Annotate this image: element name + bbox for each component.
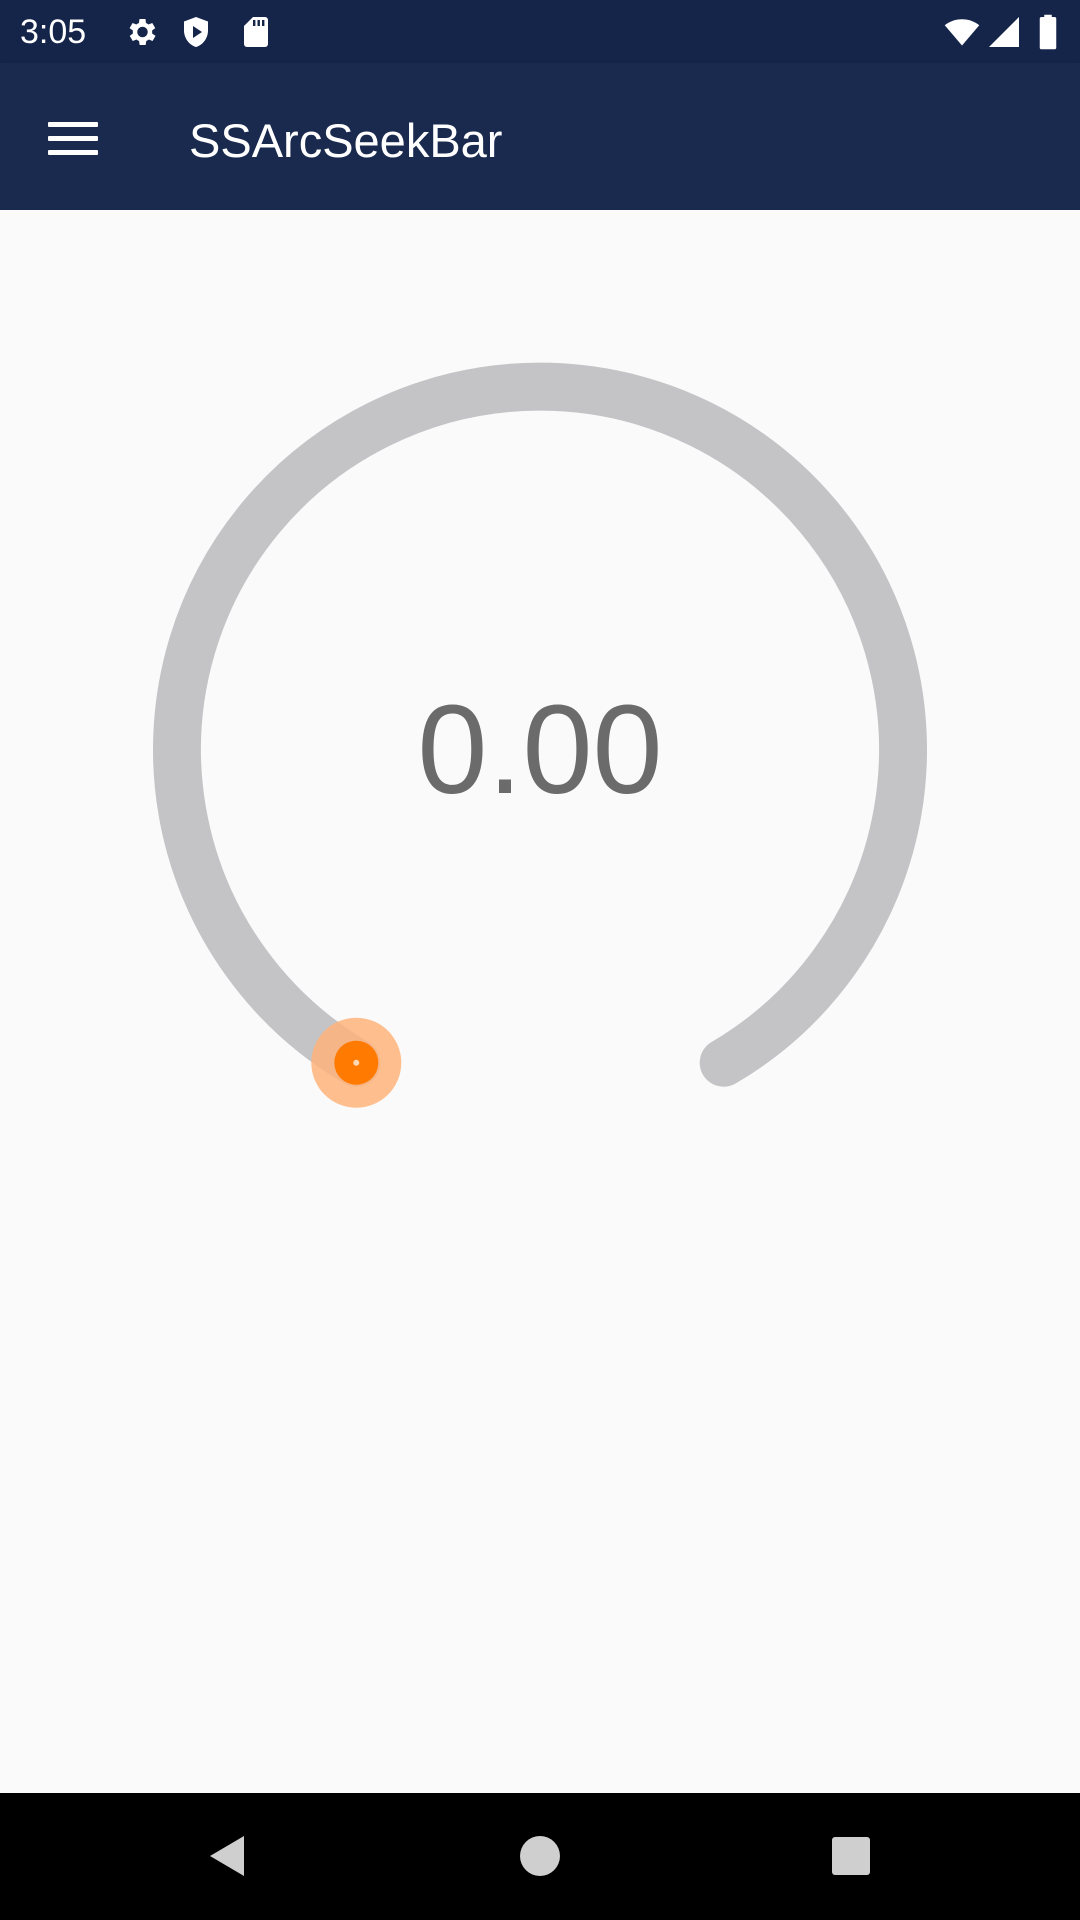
play-protect-icon <box>184 17 208 47</box>
hamburger-menu-icon[interactable] <box>36 108 108 168</box>
recents-icon[interactable] <box>821 1826 881 1886</box>
home-icon[interactable] <box>510 1826 570 1886</box>
screen: 3:05 SSArcSeekBar 0.00 <box>0 0 1080 1920</box>
battery-icon <box>1039 14 1057 50</box>
back-icon[interactable] <box>196 1826 256 1886</box>
seek-thumb-center <box>353 1059 360 1066</box>
menu-line <box>48 149 98 155</box>
settings-gear-icon <box>129 18 156 46</box>
navigation-bar <box>0 1793 1080 1920</box>
content-area: 0.00 <box>0 210 1080 1793</box>
seek-value: 0.00 <box>417 679 663 820</box>
arc-seek-bar[interactable] <box>0 210 1080 1793</box>
menu-line <box>48 121 98 127</box>
status-bar: 3:05 <box>0 0 1080 63</box>
app-bar: SSArcSeekBar <box>0 63 1080 210</box>
sd-card-icon <box>244 17 268 47</box>
status-time: 3:05 <box>20 13 87 51</box>
app-title: SSArcSeekBar <box>189 114 503 167</box>
cell-signal-icon <box>989 17 1019 47</box>
menu-line <box>48 135 98 141</box>
wifi-icon <box>944 19 980 46</box>
